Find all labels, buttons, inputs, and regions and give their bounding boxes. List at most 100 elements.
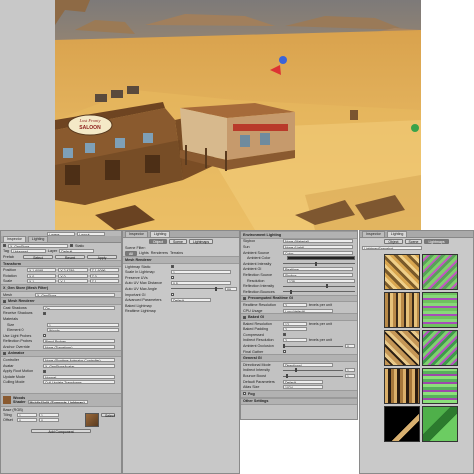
scale-z-field[interactable]: Z 1 [89, 279, 119, 284]
lightmap-thumb-4[interactable] [384, 405, 420, 442]
tab-inspector[interactable]: Inspector [3, 236, 26, 242]
important-gi-checkbox[interactable] [171, 293, 174, 297]
animator-checkbox[interactable] [3, 351, 6, 355]
lightmap-thumb-2[interactable] [384, 329, 420, 366]
baked-padding-field[interactable]: 2 [283, 327, 307, 332]
update-mode-dropdown[interactable]: Normal [43, 374, 115, 379]
scale-in-lightmap-field[interactable]: 1 [171, 270, 231, 275]
apply-root-motion-checkbox[interactable] [43, 369, 46, 373]
atlas-size-dropdown[interactable]: 1024 [283, 385, 323, 390]
tab-lighting-3[interactable]: Lighting [386, 231, 408, 237]
controller-field[interactable]: None (Runtime Animator Controller) [43, 358, 115, 363]
tab-lighting-2[interactable]: Lighting [149, 231, 171, 237]
lightmap-static-checkbox[interactable] [171, 265, 174, 269]
lightmap-snapshot-field[interactable]: LightmapSnapshot [362, 245, 422, 250]
lightmap-dir-thumb-1[interactable] [422, 291, 458, 328]
cpu-usage-dropdown[interactable]: Low (default) [283, 308, 333, 313]
lightmap-thumb-1[interactable] [384, 291, 420, 328]
animator-header[interactable]: Animator [1, 349, 121, 358]
material-header[interactable]: Woods Shader Mobile/Unlit (Supports Ligh… [1, 393, 121, 408]
compressed-checkbox[interactable] [283, 333, 286, 337]
indirect-resolution-field[interactable]: 2 [283, 338, 307, 343]
precomputed-gi-header[interactable]: Precomputed Realtime GI [241, 294, 357, 303]
tab-inspector-2[interactable]: Inspector [125, 231, 148, 237]
object-active-checkbox[interactable] [3, 244, 6, 248]
scale-x-field[interactable]: X 1 [27, 279, 57, 284]
filter-all[interactable]: All [125, 251, 137, 256]
default-parameters-dropdown[interactable]: Default [283, 379, 323, 384]
preserve-uvs-checkbox[interactable] [171, 276, 174, 280]
baked-gi-header[interactable]: Baked GI [241, 313, 357, 321]
subtab-scene[interactable]: Scene [169, 239, 187, 244]
resolution-dropdown[interactable]: 128 [287, 278, 355, 283]
subtab-object[interactable]: Object [148, 239, 168, 244]
ambient-intensity-slider[interactable] [283, 261, 355, 266]
precomputed-gi-checkbox[interactable] [243, 296, 246, 300]
lightmaps-subtab-object[interactable]: Object [384, 239, 403, 244]
transform-header[interactable]: Transform [1, 259, 121, 268]
mesh-filter-header[interactable]: X_Gen Store (Mesh Filter) [1, 284, 121, 292]
layers-dropdown[interactable]: Layers [47, 231, 75, 236]
filter-lights[interactable]: Lights [139, 251, 149, 255]
slider-knob[interactable] [290, 289, 293, 294]
reflection-bounces-slider[interactable] [283, 289, 355, 294]
size-field[interactable]: 1 [47, 322, 119, 327]
culling-mode-dropdown[interactable]: Cull Update Transforms [43, 380, 115, 385]
subtab-lightmaps[interactable]: Lightmaps [188, 239, 214, 244]
slider-knob[interactable] [283, 344, 285, 349]
lightmap-dir-thumb-3[interactable] [422, 367, 458, 404]
rotation-z-field[interactable]: Z 0 [89, 273, 119, 278]
realtime-resolution-field[interactable]: 2 [283, 302, 307, 307]
layer-dropdown[interactable]: Default [59, 249, 95, 254]
fog-checkbox[interactable] [243, 392, 246, 396]
offset-x-field[interactable]: 0 [17, 417, 37, 422]
lightmap-dir-thumb-0[interactable] [422, 253, 458, 290]
prefab-revert-button[interactable]: Revert [55, 254, 85, 260]
sun-field[interactable]: None (Light) [283, 244, 353, 249]
ambient-occlusion-slider[interactable] [283, 344, 343, 349]
fog-header[interactable]: Fog [241, 390, 357, 398]
tiling-x-field[interactable]: 1 [17, 412, 37, 417]
indirect-intensity-field[interactable]: 1 [345, 368, 355, 373]
slider-knob[interactable] [286, 374, 288, 379]
lightmaps-subtab-lightmaps[interactable]: Lightmaps [424, 239, 449, 244]
shader-dropdown[interactable]: Mobile/Unlit (Supports Lightmap) [27, 400, 88, 405]
lightmaps-subtab-scene[interactable]: Scene [404, 239, 423, 244]
anchor-override-field[interactable]: None (Transform) [43, 344, 115, 349]
auto-uv-angle-slider[interactable] [171, 286, 223, 291]
tag-dropdown[interactable]: Untagged [10, 249, 46, 254]
slider-knob[interactable] [315, 261, 318, 266]
reflection-source-dropdown[interactable]: Skybox [283, 272, 353, 277]
advanced-parameters-dropdown[interactable]: Default [171, 298, 211, 303]
layout-dropdown[interactable]: Layout [77, 231, 105, 236]
tiling-y-field[interactable]: 1 [39, 412, 59, 417]
lighting-mesh-renderer-header[interactable]: Mesh Renderer [123, 256, 239, 264]
slider-knob[interactable] [326, 284, 329, 289]
skybox-field[interactable]: None (Material) [283, 239, 353, 244]
lightmap-thumb-0[interactable] [384, 253, 420, 290]
cast-shadows-dropdown[interactable]: On [43, 305, 115, 310]
lightmap-thumb-3[interactable] [384, 367, 420, 404]
general-gi-header[interactable]: General GI [241, 354, 357, 363]
element-field[interactable]: Woods [47, 328, 119, 333]
add-component-button[interactable]: Add Component [31, 428, 91, 434]
bounce-boost-slider[interactable] [283, 374, 343, 379]
auto-uv-angle-field[interactable]: 89 [225, 286, 237, 291]
environment-lighting-header[interactable]: Environment Lighting [241, 231, 357, 239]
prefab-apply-button[interactable]: Apply [87, 254, 117, 260]
static-checkbox[interactable] [70, 244, 73, 248]
auto-uv-distance-field[interactable]: 0.5 [171, 281, 231, 286]
prefab-select-button[interactable]: Select [23, 254, 53, 260]
other-settings-header[interactable]: Other Settings [241, 397, 357, 406]
slider-knob[interactable] [215, 286, 218, 291]
tab-lighting[interactable]: Lighting [27, 236, 49, 242]
texture-select-button[interactable]: Select [101, 412, 115, 418]
reflection-intensity-slider[interactable] [283, 284, 355, 289]
indirect-intensity-slider[interactable] [283, 368, 343, 373]
directional-mode-dropdown[interactable]: Directional [283, 362, 333, 367]
light-probes-checkbox[interactable] [43, 334, 46, 338]
ambient-source-dropdown[interactable]: Color [283, 250, 353, 255]
scale-y-field[interactable]: Y 1 [58, 279, 88, 284]
receive-shadows-checkbox[interactable] [43, 311, 46, 315]
position-z-field[interactable]: Z 1.6096 [89, 268, 119, 273]
